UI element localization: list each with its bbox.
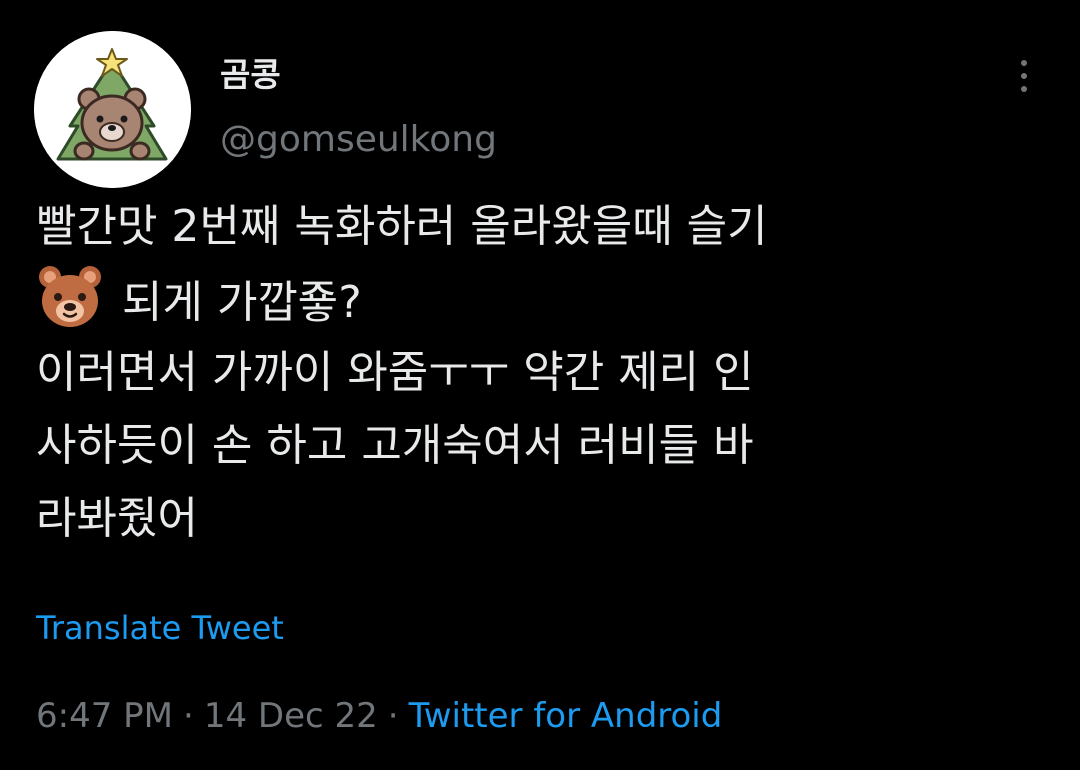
author-avatar[interactable]: [34, 31, 191, 188]
tweet-detail: 곰콩 @gomseulkong 빨간맛 2번째 녹화하러 올라왔을때 슬기 되게…: [0, 0, 1080, 770]
more-vertical-icon: [1021, 60, 1027, 66]
tweet-text-line: 라봐줬어: [36, 493, 198, 544]
translate-tweet-link[interactable]: Translate Tweet: [36, 604, 284, 652]
author-display-name[interactable]: 곰콩: [220, 52, 281, 98]
more-vertical-icon: [1021, 73, 1027, 79]
bear-christmas-tree-avatar-icon: [34, 31, 191, 188]
tweet-time[interactable]: 6:47 PM: [36, 696, 173, 736]
bear-face-emoji-icon: [36, 263, 104, 331]
more-options-button[interactable]: [1004, 52, 1044, 100]
tweet-text-line: 사하듯이 손 하고 고개숙여서 러비들 바: [36, 420, 754, 471]
meta-separator: ·: [387, 696, 399, 736]
tweet-text-line: 되게 가깝죻?: [36, 263, 1046, 336]
tweet-text: 빨간맛 2번째 녹화하러 올라왔을때 슬기 되게 가깝죻? 이러면서 가까이 와…: [36, 190, 1046, 555]
tweet-text-line: 이러면서 가까이 와줌ㅜㅜ 약간 제리 인: [36, 347, 754, 398]
tweet-text-segment: 되게 가깝죻?: [122, 277, 362, 328]
tweet-text-line: 빨간맛 2번째 녹화하러 올라왔을때 슬기: [36, 201, 768, 252]
more-vertical-icon: [1021, 86, 1027, 92]
tweet-date[interactable]: 14 Dec 22: [204, 696, 378, 736]
author-handle[interactable]: @gomseulkong: [220, 116, 497, 164]
tweet-source-link[interactable]: Twitter for Android: [409, 696, 723, 736]
tweet-metadata: 6:47 PM · 14 Dec 22 · Twitter for Android: [36, 692, 722, 740]
meta-separator: ·: [183, 696, 194, 736]
